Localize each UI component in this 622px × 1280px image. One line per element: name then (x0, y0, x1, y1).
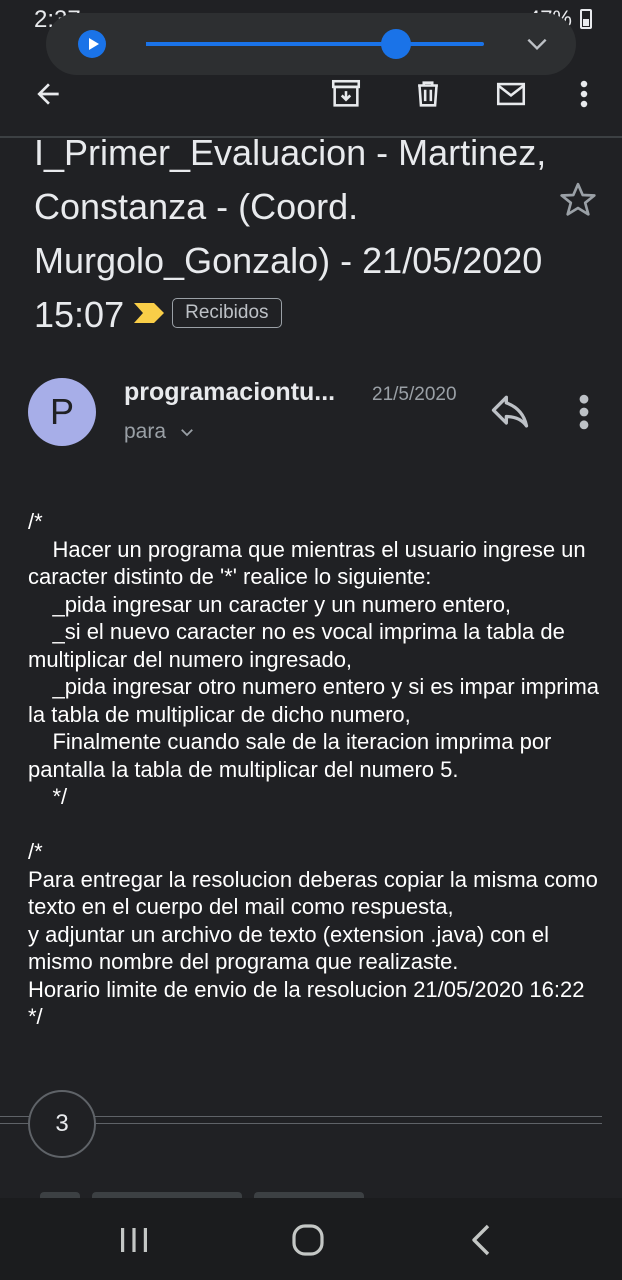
avatar[interactable]: P (28, 378, 96, 446)
media-progress-fill (146, 42, 397, 46)
toolbar (0, 70, 622, 130)
recipients-toggle[interactable]: para (124, 420, 196, 444)
back-arrow-icon[interactable] (24, 70, 72, 118)
subject-text: I_Primer_Evaluacion - Martinez, Constanz… (34, 138, 547, 335)
media-player-pill[interactable] (46, 13, 576, 75)
star-icon[interactable] (558, 180, 598, 220)
recent-apps-icon[interactable] (114, 1220, 154, 1260)
more-vert-icon[interactable] (560, 70, 608, 118)
chevron-down-icon[interactable] (524, 31, 550, 57)
mail-icon[interactable] (487, 70, 535, 118)
chevron-down-icon (181, 429, 193, 437)
trash-icon[interactable] (404, 70, 452, 118)
email-subject: I_Primer_Evaluacion - Martinez, Constanz… (34, 138, 554, 338)
inbox-label-chip[interactable]: Recibidos (172, 298, 282, 329)
collapsed-messages-button[interactable]: 3 (28, 1090, 96, 1158)
battery-icon (580, 9, 592, 29)
to-label: para (124, 420, 167, 443)
reply-icon[interactable] (488, 390, 532, 434)
back-icon[interactable] (462, 1220, 502, 1260)
system-nav-bar (0, 1198, 622, 1280)
home-icon[interactable] (288, 1220, 328, 1260)
media-progress-track[interactable] (146, 42, 484, 46)
important-marker-icon[interactable] (132, 301, 166, 325)
media-progress-knob[interactable] (381, 29, 412, 59)
archive-icon[interactable] (322, 70, 370, 118)
sender-row[interactable]: P programaciontu... 21/5/2020 para (0, 372, 622, 452)
subject-container: I_Primer_Evaluacion - Martinez, Constanz… (0, 138, 622, 338)
sender-name: programaciontu... (124, 378, 336, 406)
more-vert-icon[interactable] (568, 390, 600, 434)
email-body: /* Hacer un programa que mientras el usu… (28, 509, 600, 1029)
play-icon[interactable] (78, 30, 106, 58)
sender-date: 21/5/2020 (372, 384, 457, 405)
